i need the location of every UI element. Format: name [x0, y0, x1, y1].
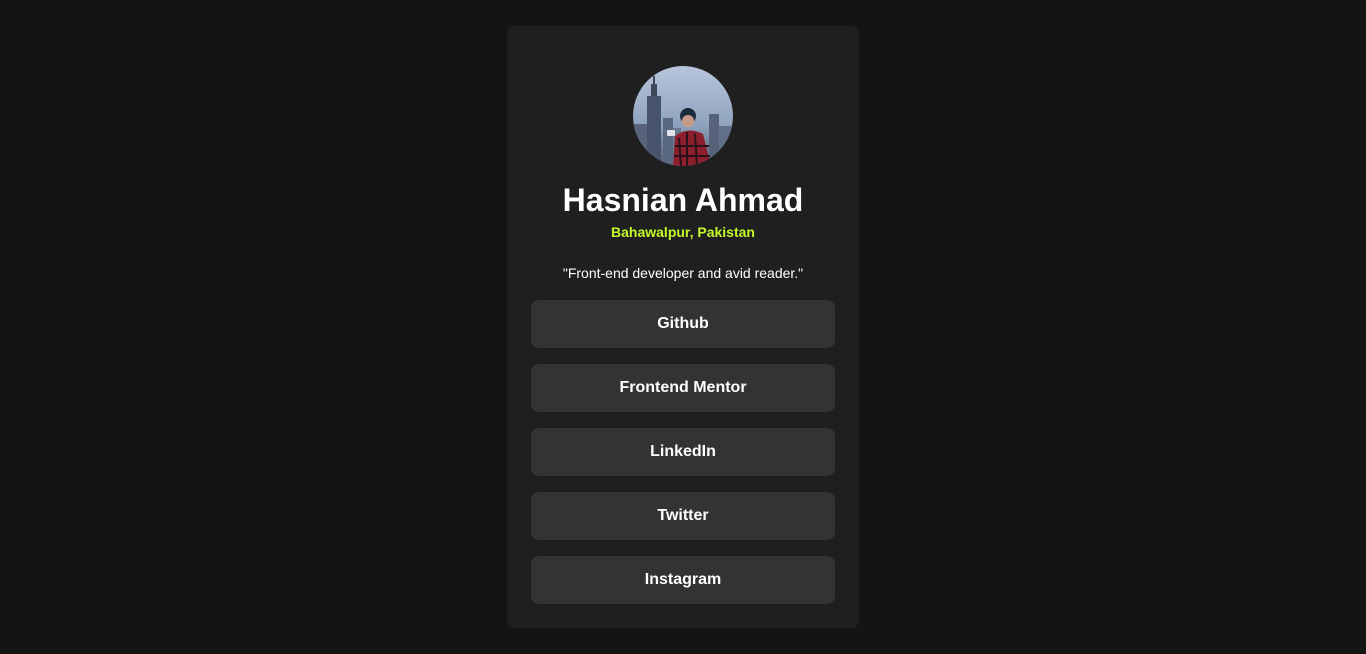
profile-bio: "Front-end developer and avid reader." [562, 265, 804, 281]
profile-name: Hasnian Ahmad [562, 182, 804, 218]
profile-location: Bahawalpur, Pakistan [611, 224, 755, 240]
avatar-photo [633, 66, 733, 166]
linkedin-link-button[interactable]: LinkedIn [531, 428, 835, 476]
profile-card: Hasnian Ahmad Bahawalpur, Pakistan "Fron… [507, 26, 859, 628]
frontend-mentor-link-button[interactable]: Frontend Mentor [531, 364, 835, 412]
social-links-list: Github Frontend Mentor LinkedIn Twitter … [531, 300, 835, 620]
twitter-link-button[interactable]: Twitter [531, 492, 835, 540]
github-link-button[interactable]: Github [531, 300, 835, 348]
instagram-link-button[interactable]: Instagram [531, 556, 835, 604]
avatar [633, 66, 733, 166]
